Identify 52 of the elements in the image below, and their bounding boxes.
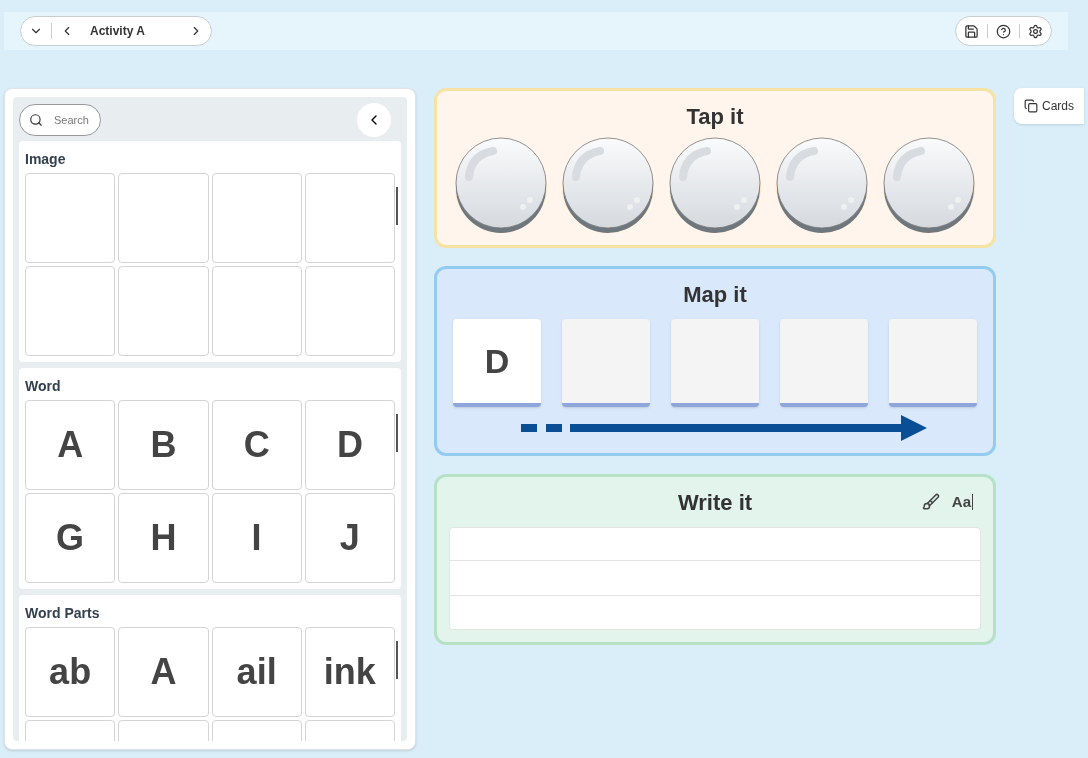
scrollbar[interactable] [396,641,398,679]
sound-box[interactable] [671,319,759,407]
help-icon[interactable] [996,23,1011,39]
scrollbar[interactable] [396,187,398,225]
search-field[interactable]: Search [19,104,101,136]
token-drawing[interactable] [881,137,977,233]
section-title: Image [25,150,67,169]
font-button[interactable]: Aa [951,490,973,514]
empty-tile[interactable] [25,173,116,263]
empty-tile[interactable] [304,173,395,263]
arrow-icon [521,415,929,441]
sound-box[interactable]: D [453,319,541,407]
writing-area[interactable] [449,527,981,630]
empty-tile[interactable] [211,266,302,356]
letter-tile[interactable]: I [211,493,302,583]
letter-tile[interactable]: D [304,400,395,490]
collapse-button[interactable] [357,103,391,137]
empty-tile[interactable] [25,266,116,356]
activity-title: Write it [677,488,753,517]
save-icon[interactable] [964,23,979,39]
token-drawing[interactable] [774,137,870,233]
letter-tile[interactable]: ink [304,627,395,717]
letter-tile[interactable]: H [118,493,209,583]
settings-icon[interactable] [1028,23,1043,39]
activity-name: Activity A [90,23,146,40]
section-title: Word Parts [25,604,101,623]
letter-tile[interactable]: B [118,400,209,490]
letter-tile[interactable]: J [304,493,395,583]
cards-icon [1024,99,1038,113]
empty-tile[interactable] [118,173,209,263]
empty-tile[interactable] [304,266,395,356]
sound-box[interactable] [889,319,977,407]
brush-icon[interactable] [921,493,940,511]
activity-title: Tap it [686,102,744,131]
activity-title: Map it [683,280,747,309]
sound-box[interactable] [780,319,868,407]
token-drawing[interactable] [453,137,549,233]
section-title: Word [25,377,62,396]
letter-tile[interactable]: ail [211,627,302,717]
cards-button[interactable]: Cards [1014,88,1084,124]
token-drawing[interactable] [560,137,656,233]
letter-tile[interactable]: ab [25,627,116,717]
letter-tile[interactable]: A [25,400,116,490]
empty-tile[interactable] [118,266,209,356]
token-drawing[interactable] [667,137,763,233]
letter-tile[interactable]: A [118,627,209,717]
search-icon [29,113,43,127]
scrollbar[interactable] [396,414,398,452]
sound-box[interactable] [562,319,650,407]
empty-tile[interactable] [211,173,302,263]
letter-tile[interactable]: G [25,493,116,583]
letter-tile[interactable]: C [211,400,302,490]
